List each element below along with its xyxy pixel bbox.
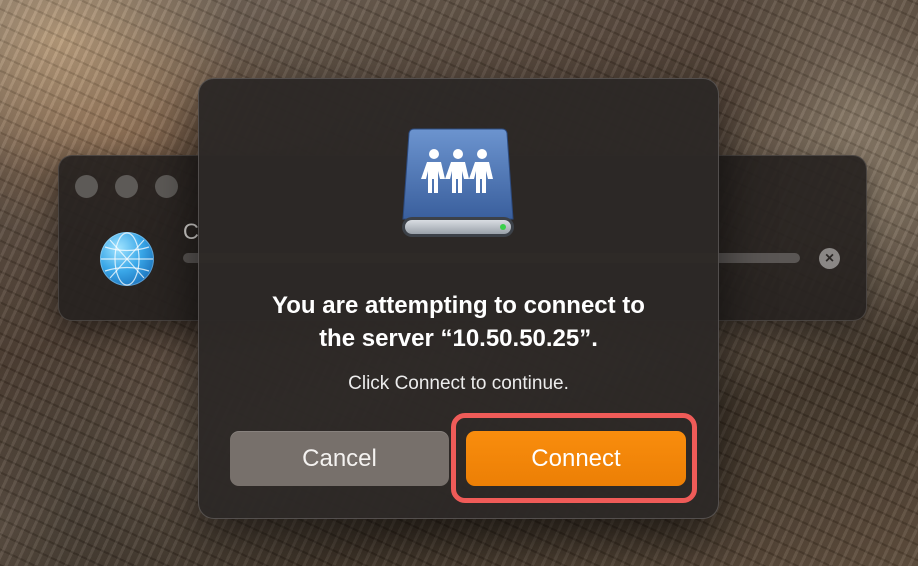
dialog-heading: You are attempting to connect to the ser… <box>219 289 698 355</box>
heading-line-1: You are attempting to connect to <box>272 292 645 319</box>
window-close-button[interactable] <box>75 175 98 198</box>
window-title-fragment: C <box>183 219 199 244</box>
dialog-message: Click Connect to continue. <box>348 373 569 394</box>
shared-server-icon <box>400 125 516 241</box>
window-minimize-button[interactable] <box>115 175 138 198</box>
connect-button[interactable]: Connect <box>466 431 686 486</box>
heading-line-2: the server “10.50.50.25”. <box>319 325 598 352</box>
window-zoom-button[interactable] <box>155 175 178 198</box>
connect-dialog: You are attempting to connect to the ser… <box>198 78 719 519</box>
close-circle-icon[interactable]: × <box>819 248 840 269</box>
cancel-button[interactable]: Cancel <box>230 431 449 486</box>
network-globe-icon <box>100 232 154 286</box>
